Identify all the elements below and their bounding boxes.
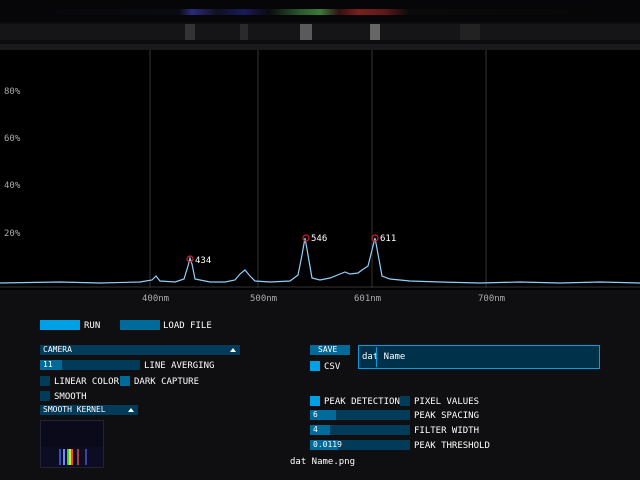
y-tick-60: 60% [4, 134, 21, 144]
y-tick-80: 80% [4, 87, 21, 97]
spectrum-plot: 80% 60% 40% 20% 400nm 434 546 611 [0, 50, 640, 306]
peak-detection-label: PEAK DETECTION [324, 397, 400, 407]
chevron-up-icon [230, 348, 236, 352]
camera-gray-strip-svg [0, 24, 640, 40]
peak-threshold-slider[interactable]: 0.0119 [310, 440, 410, 450]
text-cursor [376, 347, 377, 367]
smooth-checkbox[interactable] [40, 391, 50, 401]
peak-threshold-label: PEAK THRESHOLD [414, 441, 490, 451]
load-file-label: LOAD FILE [163, 321, 212, 331]
peak-spacing-value: 6 [313, 410, 318, 419]
filter-width-value: 4 [313, 425, 318, 434]
camera-thumbnail [40, 420, 104, 468]
dark-capture-label: DARK CAPTURE [134, 377, 200, 387]
source-dropdown[interactable]: CAMERA [40, 345, 240, 355]
run-label: RUN [84, 321, 101, 331]
line-averaging-label: LINE AVERGING [144, 361, 215, 371]
peak-spacing-label: PEAK SPACING [414, 411, 480, 421]
linear-color-label: LINEAR COLOR [54, 377, 120, 387]
source-dropdown-value: CAMERA [43, 345, 72, 354]
camera-gray-strip [0, 22, 640, 44]
filename-input[interactable]: dat Name [358, 345, 600, 369]
dark-capture-checkbox[interactable] [120, 376, 130, 386]
filename-input-value: dat Name [362, 352, 406, 362]
save-button[interactable]: SAVE [310, 345, 350, 355]
spectrum-svg: 80% 60% 40% 20% 400nm 434 546 611 [0, 50, 640, 306]
smooth-kernel-value: SMOOTH KERNEL [43, 405, 106, 414]
chevron-up-icon [128, 408, 134, 412]
spectrum-line [0, 237, 640, 284]
peak-marker-546 [302, 234, 310, 242]
filter-width-label: FILTER WIDTH [414, 426, 480, 436]
camera-color-strip [0, 0, 640, 22]
peak-detection-checkbox[interactable] [310, 396, 320, 406]
output-filename: dat Name.png [290, 457, 356, 467]
save-label: SAVE [318, 345, 338, 354]
pixel-values-label: PIXEL VALUES [414, 397, 480, 407]
y-tick-40: 40% [4, 181, 21, 191]
peak-label-434: 434 [195, 256, 211, 266]
csv-label: CSV [324, 362, 341, 372]
filter-width-slider[interactable]: 4 [310, 425, 410, 435]
line-averaging-value: 11 [43, 360, 53, 369]
peak-label-546: 546 [311, 234, 327, 244]
smooth-label: SMOOTH [54, 392, 87, 402]
x-tick-601: 601nm [354, 294, 382, 304]
pixel-values-checkbox[interactable] [400, 396, 410, 406]
peak-threshold-value: 0.0119 [313, 440, 342, 449]
x-tick-500: 500nm [250, 294, 278, 304]
linear-color-checkbox[interactable] [40, 376, 50, 386]
x-tick-400: 400nm [142, 294, 170, 304]
peak-label-611: 611 [380, 234, 396, 244]
smooth-kernel-dropdown[interactable]: SMOOTH KERNEL [40, 405, 138, 415]
csv-checkbox[interactable] [310, 361, 320, 371]
camera-color-strip-svg [0, 9, 640, 15]
y-tick-20: 20% [4, 229, 21, 239]
load-file-button[interactable] [120, 320, 160, 330]
camera-thumbnail-svg [41, 447, 103, 467]
peak-spacing-slider[interactable]: 6 [310, 410, 410, 420]
line-averaging-slider[interactable]: 11 [40, 360, 140, 370]
run-button[interactable] [40, 320, 80, 330]
x-tick-700: 700nm [478, 294, 506, 304]
